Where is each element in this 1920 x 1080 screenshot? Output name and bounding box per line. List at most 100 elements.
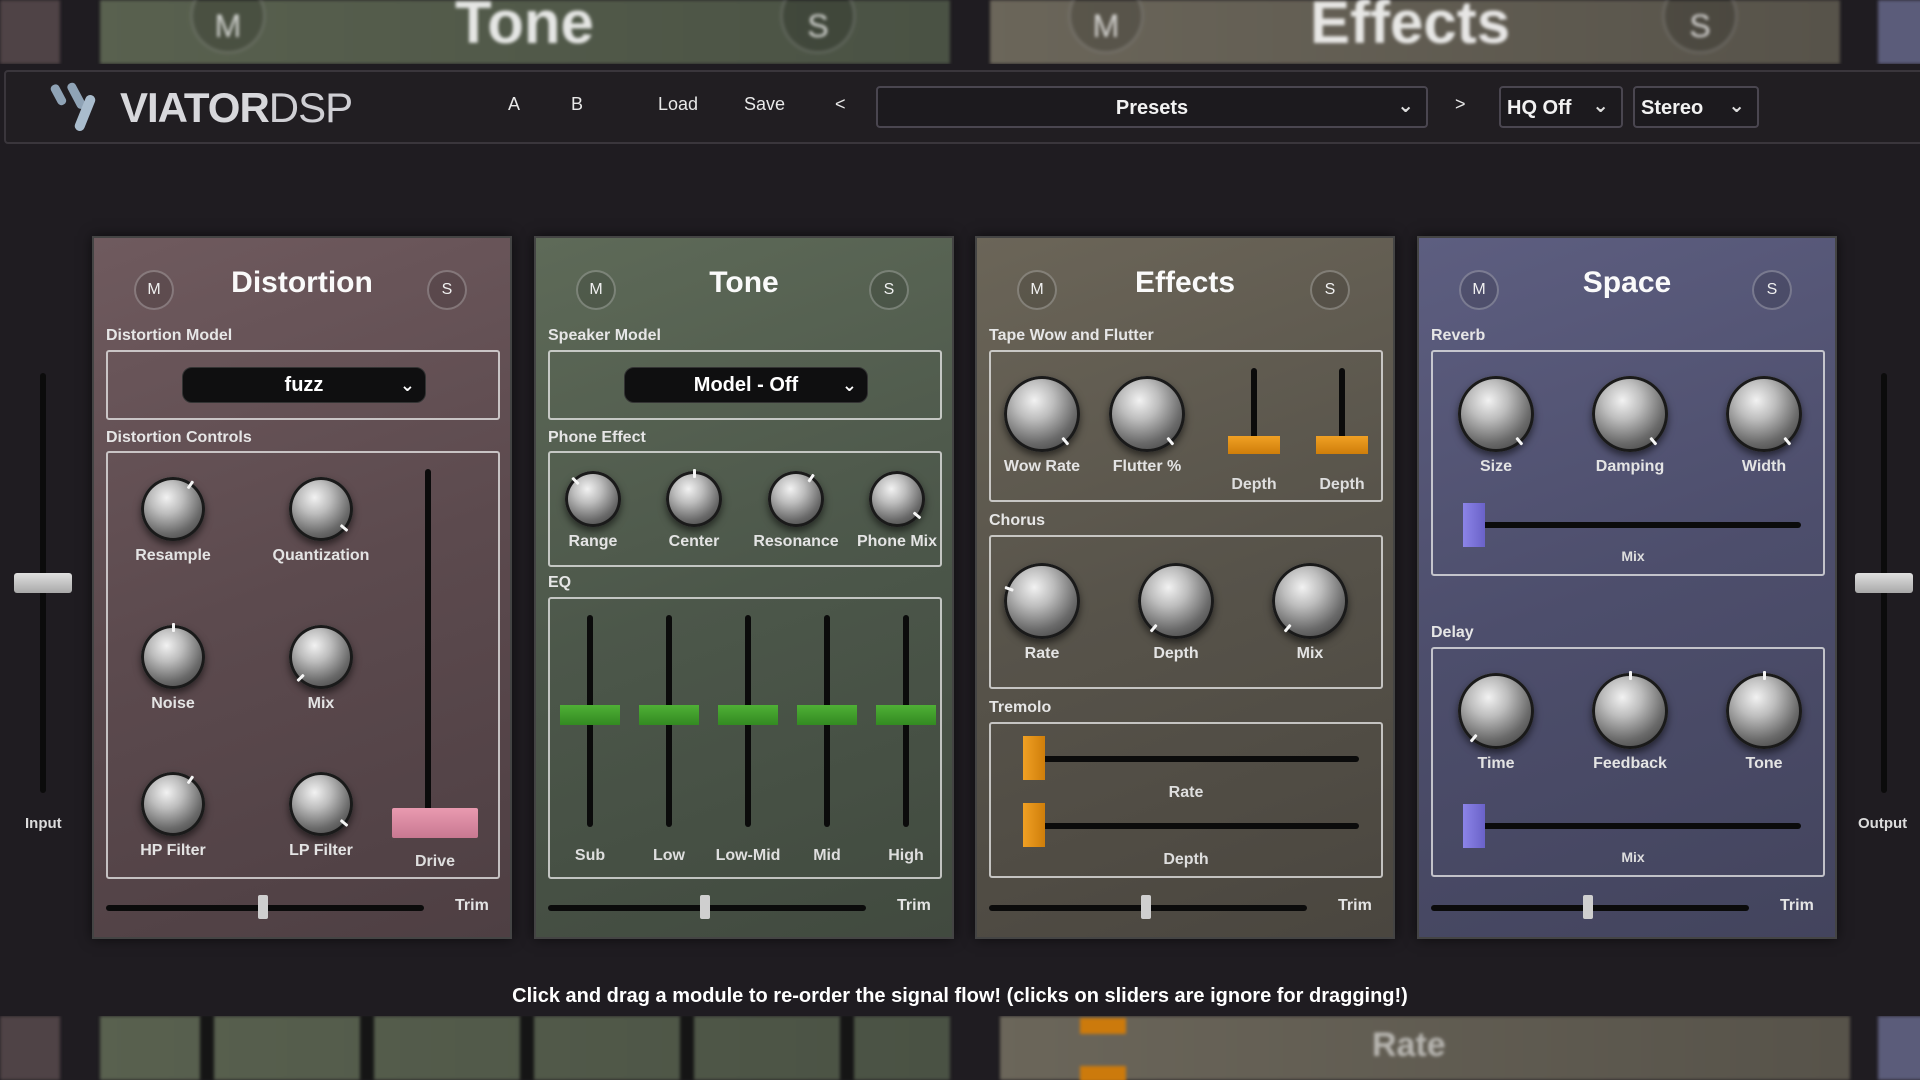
flutter-control[interactable]: Flutter %	[1092, 376, 1202, 476]
resonance-knob[interactable]	[768, 471, 824, 527]
load-button[interactable]: Load	[658, 94, 698, 115]
reverb-mix-thumb[interactable]	[1463, 503, 1485, 547]
noise-control[interactable]: Noise	[118, 625, 228, 713]
feedback-control[interactable]: Feedback	[1575, 673, 1685, 773]
time-label: Time	[1477, 755, 1515, 772]
chevron-down-icon: ⌄	[399, 375, 415, 395]
wow-rate-control[interactable]: Wow Rate	[987, 376, 1097, 476]
resample-knob[interactable]	[141, 477, 205, 541]
presets-dropdown[interactable]: Presets ⌄	[876, 86, 1428, 128]
tape-depth-1-thumb[interactable]	[1228, 436, 1280, 454]
hp-filter-knob[interactable]	[141, 772, 205, 836]
tone-trim-thumb[interactable]	[700, 895, 710, 919]
hp-filter-control[interactable]: HP Filter	[118, 772, 228, 860]
phone-mix-control[interactable]: Phone Mix	[842, 471, 952, 551]
chorus-depth-knob[interactable]	[1138, 563, 1214, 639]
tremolo-rate-track[interactable]	[1029, 756, 1359, 762]
hq-dropdown[interactable]: HQ Off ⌄	[1499, 86, 1623, 128]
width-control[interactable]: Width	[1709, 376, 1819, 476]
bg-eq-track	[360, 1016, 374, 1080]
chorus-mix-knob[interactable]	[1272, 563, 1348, 639]
eq-mid-thumb[interactable]	[797, 705, 857, 725]
time-control[interactable]: Time	[1441, 673, 1551, 773]
input-fader-thumb[interactable]	[14, 573, 72, 593]
delay-mix-thumb[interactable]	[1463, 804, 1485, 848]
phone-mix-knob[interactable]	[869, 471, 925, 527]
previous-preset-button[interactable]: <	[835, 94, 846, 115]
preset-a-button[interactable]: A	[508, 94, 520, 115]
center-control[interactable]: Center	[639, 471, 749, 551]
drive-slider-track[interactable]	[425, 469, 431, 819]
space-trim-thumb[interactable]	[1583, 895, 1593, 919]
tape-depth-2-thumb[interactable]	[1316, 436, 1368, 454]
quantization-control[interactable]: Quantization	[266, 477, 376, 565]
chevron-down-icon: ⌄	[841, 375, 857, 395]
save-button[interactable]: Save	[744, 94, 785, 115]
bg-slider-thumb	[1080, 1018, 1126, 1034]
background-bottom-strip: Rate	[0, 1016, 1920, 1080]
noise-knob[interactable]	[141, 625, 205, 689]
chorus-rate-knob[interactable]	[1004, 563, 1080, 639]
effects-solo-button[interactable]: S	[1310, 270, 1350, 310]
drive-slider-thumb[interactable]	[392, 808, 478, 838]
preset-b-button[interactable]: B	[571, 94, 583, 115]
distortion-trim-thumb[interactable]	[258, 895, 268, 919]
tone-module[interactable]: M Tone S Speaker Model Model - Off ⌄ Pho…	[534, 236, 954, 939]
stereo-label: Stereo	[1641, 97, 1704, 119]
chorus-depth-control[interactable]: Depth	[1121, 563, 1231, 663]
reverb-mix-track[interactable]	[1467, 522, 1801, 528]
width-knob[interactable]	[1726, 376, 1802, 452]
phone-mix-label: Phone Mix	[856, 533, 937, 550]
bg-mute-button: M	[190, 0, 266, 54]
delay-mix-track[interactable]	[1467, 823, 1801, 829]
resonance-control[interactable]: Resonance	[741, 471, 851, 551]
bg-eq-track	[840, 1016, 854, 1080]
delay-tone-knob[interactable]	[1726, 673, 1802, 749]
resample-control[interactable]: Resample	[118, 477, 228, 565]
damping-knob[interactable]	[1592, 376, 1668, 452]
eq-low-thumb[interactable]	[639, 705, 699, 725]
stereo-dropdown[interactable]: Stereo ⌄	[1633, 86, 1759, 128]
range-control[interactable]: Range	[538, 471, 648, 551]
flutter-knob[interactable]	[1109, 376, 1185, 452]
tone-solo-button[interactable]: S	[869, 270, 909, 310]
space-module[interactable]: M Space S Reverb Size Damping Width Mix …	[1417, 236, 1837, 939]
size-control[interactable]: Size	[1441, 376, 1551, 476]
distortion-solo-button[interactable]: S	[427, 270, 467, 310]
quantization-knob[interactable]	[289, 477, 353, 541]
chorus-mix-control[interactable]: Mix	[1255, 563, 1365, 663]
distortion-module[interactable]: M Distortion S Distortion Model fuzz ⌄ D…	[92, 236, 512, 939]
distortion-mix-knob[interactable]	[289, 625, 353, 689]
tremolo-depth-thumb[interactable]	[1023, 803, 1045, 847]
range-knob[interactable]	[565, 471, 621, 527]
eq-high-thumb[interactable]	[876, 705, 936, 725]
wow-rate-knob[interactable]	[1004, 376, 1080, 452]
lp-filter-control[interactable]: LP Filter	[266, 772, 376, 860]
eq-low-mid-thumb[interactable]	[718, 705, 778, 725]
bg-slider-thumb	[1080, 1066, 1126, 1080]
bg-panel-effects: M Effects S	[990, 0, 1840, 64]
damping-control[interactable]: Damping	[1575, 376, 1685, 476]
eq-sub-thumb[interactable]	[560, 705, 620, 725]
output-fader-thumb[interactable]	[1855, 573, 1913, 593]
next-preset-button[interactable]: >	[1455, 94, 1466, 115]
tremolo-rate-thumb[interactable]	[1023, 736, 1045, 780]
center-knob[interactable]	[666, 471, 722, 527]
lp-filter-knob[interactable]	[289, 772, 353, 836]
distortion-model-select[interactable]: fuzz ⌄	[182, 367, 426, 403]
bg-eq-track	[200, 1016, 214, 1080]
delay-tone-control[interactable]: Tone	[1709, 673, 1819, 773]
chorus-rate-control[interactable]: Rate	[987, 563, 1097, 663]
effects-trim-thumb[interactable]	[1141, 895, 1151, 919]
time-knob[interactable]	[1458, 673, 1534, 749]
delay-tone-label: Tone	[1745, 755, 1783, 772]
space-solo-button[interactable]: S	[1752, 270, 1792, 310]
noise-label: Noise	[151, 695, 195, 712]
size-knob[interactable]	[1458, 376, 1534, 452]
range-label: Range	[568, 533, 618, 550]
effects-module[interactable]: M Effects S Tape Wow and Flutter Wow Rat…	[975, 236, 1395, 939]
tremolo-depth-track[interactable]	[1029, 823, 1359, 829]
feedback-knob[interactable]	[1592, 673, 1668, 749]
distortion-mix-control[interactable]: Mix	[266, 625, 376, 713]
speaker-model-select[interactable]: Model - Off ⌄	[624, 367, 868, 403]
